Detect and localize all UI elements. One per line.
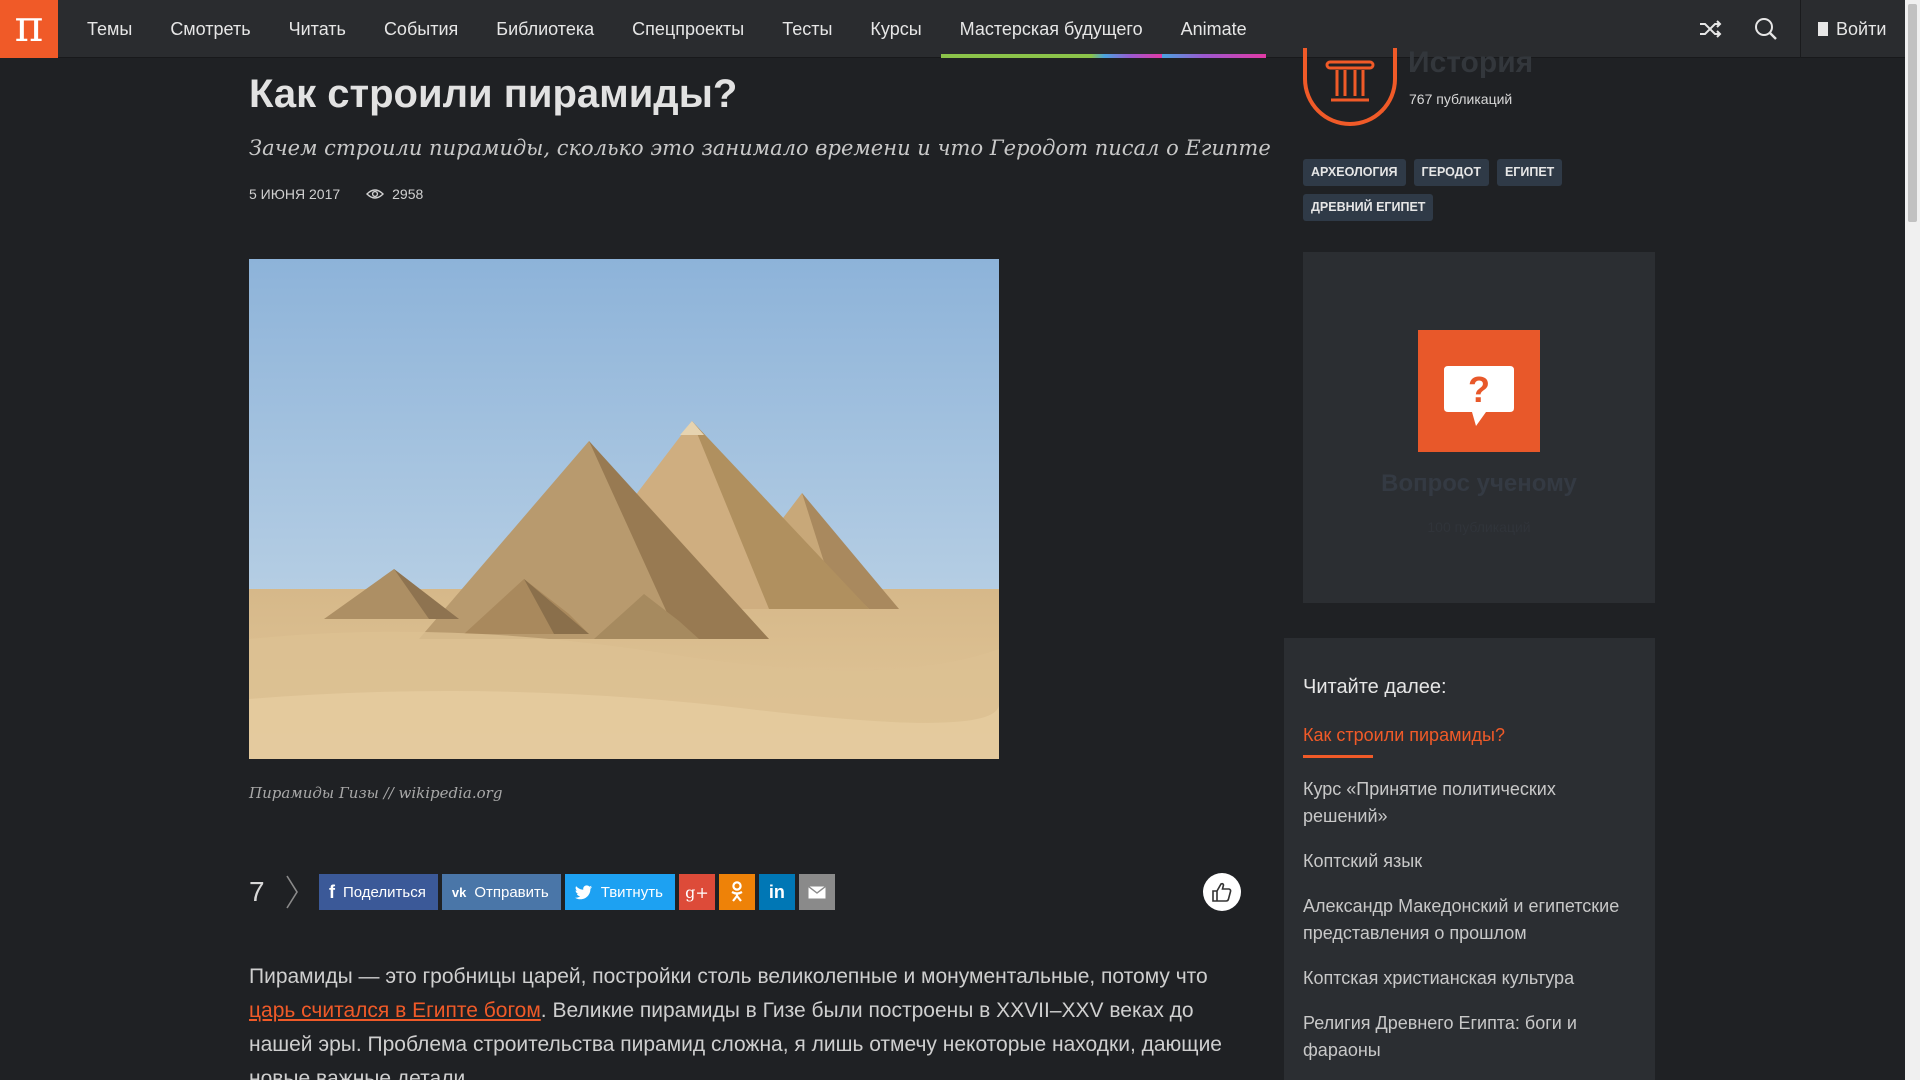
ask-scientist-card[interactable]: ? Вопрос ученому 100 публикаций (1303, 252, 1655, 603)
linkedin-icon: in (768, 881, 785, 902)
eye-icon (366, 189, 385, 199)
nav-item-library[interactable]: Библиотека (477, 0, 613, 58)
twitter-share-label: Твитнуть (600, 883, 663, 901)
google-plus-icon: g+ (685, 882, 709, 902)
login-button[interactable]: Войти (1818, 0, 1886, 58)
chevron-right-icon (286, 875, 298, 909)
odnoklassniki-icon (731, 881, 743, 902)
share-bar: 7 f Поделиться vk Отправить Твитнуть g+ … (249, 874, 839, 910)
nav-item-specprojects[interactable]: Спецпроекты (613, 0, 763, 58)
linkedin-share-button[interactable]: in (758, 874, 795, 910)
column-icon (1325, 60, 1375, 102)
read-next-item[interactable]: Коптская христианская культура (1303, 965, 1623, 992)
read-next-item-current[interactable]: Как строили пирамиды? (1303, 722, 1623, 758)
vk-icon: vk (451, 884, 467, 900)
read-next-item[interactable]: Курс «Принятие политических решений» (1303, 776, 1623, 830)
vk-share-button[interactable]: vk Отправить (441, 874, 561, 910)
facebook-share-label: Поделиться (343, 883, 426, 901)
read-next-panel: Читайте далее: Как строили пирамиды? Кур… (1284, 638, 1655, 1080)
nav-item-events[interactable]: События (365, 0, 477, 58)
scrollbar-thumb[interactable] (1908, 4, 1917, 222)
share-count: 7 (249, 876, 265, 907)
tag-egypt[interactable]: ЕГИПЕТ (1496, 159, 1563, 186)
tag-ancient-egypt[interactable]: ДРЕВНИЙ ЕГИПЕТ (1303, 194, 1434, 221)
article-meta: 5 ИЮНЯ 2017 2958 (249, 186, 423, 202)
odnoklassniki-share-button[interactable] (718, 874, 755, 910)
thumbs-up-icon (1212, 882, 1232, 902)
nav-item-read[interactable]: Читать (270, 0, 365, 58)
article-hero-image (249, 259, 999, 759)
shuffle-icon[interactable] (1696, 14, 1726, 44)
email-share-button[interactable] (798, 874, 835, 910)
ask-scientist-count: 100 публикаций (1427, 519, 1531, 535)
article-subtitle: Зачем строили пирамиды, сколько это зани… (249, 136, 1271, 160)
divider (1800, 0, 1801, 58)
views-counter: 2958 (366, 186, 423, 202)
pyramids-image (249, 259, 999, 759)
ask-scientist-title: Вопрос ученому (1381, 470, 1577, 497)
facebook-icon: f (329, 881, 335, 902)
facebook-share-button[interactable]: f Поделиться (319, 874, 438, 910)
book-icon (1818, 22, 1828, 36)
nav-item-animate[interactable]: Animate (1161, 0, 1266, 58)
active-underline (1303, 755, 1373, 758)
read-next-heading: Читайте далее: (1303, 676, 1447, 698)
main-nav: Темы Смотреть Читать События Библиотека … (68, 0, 1266, 58)
rubric-badge[interactable] (1303, 48, 1397, 126)
envelope-icon (807, 885, 826, 898)
twitter-share-button[interactable]: Твитнуть (564, 874, 675, 910)
inline-link[interactable]: царь считался в Египте богом (249, 999, 541, 1022)
question-bubble-icon: ? (1418, 330, 1540, 452)
article-body: Пирамиды — это гробницы царей, постройки… (249, 960, 1249, 1080)
search-icon[interactable] (1751, 14, 1781, 44)
nav-item-courses[interactable]: Курсы (851, 0, 940, 58)
rubric-name[interactable]: История (1408, 46, 1533, 80)
nav-item-future-workshop[interactable]: Мастерская будущего (940, 0, 1162, 58)
body-text-part: Пирамиды — это гробницы царей, постройки… (249, 965, 1208, 988)
twitter-icon (574, 884, 592, 899)
views-count: 2958 (392, 186, 424, 202)
read-next-list: Как строили пирамиды? Курс «Принятие пол… (1303, 722, 1623, 1080)
like-button[interactable] (1203, 873, 1241, 911)
vk-share-label: Отправить (474, 883, 549, 901)
article-date: 5 ИЮНЯ 2017 (249, 186, 341, 202)
page-scrollbar[interactable] (1905, 0, 1920, 1080)
login-label: Войти (1836, 19, 1887, 39)
read-next-item[interactable]: Религия Древнего Египта: боги и фараоны (1303, 1010, 1623, 1064)
article-title: Как строили пирамиды? (249, 72, 738, 116)
svg-text:?: ? (1468, 369, 1490, 410)
nav-item-watch[interactable]: Смотреть (151, 0, 269, 58)
nav-item-tests[interactable]: Тесты (763, 0, 851, 58)
read-next-item[interactable]: Александр Македонский и египетские предс… (1303, 893, 1623, 947)
image-caption: Пирамиды Гизы // wikipedia.org (249, 784, 503, 802)
tag-herodotus[interactable]: ГЕРОДОТ (1413, 159, 1489, 186)
top-navigation-bar: π Темы Смотреть Читать События Библиотек… (0, 0, 1905, 58)
rubric-count: 767 публикаций (1409, 91, 1513, 107)
gplus-share-button[interactable]: g+ (678, 874, 715, 910)
tag-archaeology[interactable]: АРХЕОЛОГИЯ (1303, 159, 1406, 186)
nav-item-themes[interactable]: Темы (68, 0, 151, 58)
tag-list: АРХЕОЛОГИЯ ГЕРОДОТ ЕГИПЕТ ДРЕВНИЙ ЕГИПЕТ (1303, 159, 1603, 221)
read-next-item[interactable]: Коптский язык (1303, 848, 1623, 875)
site-logo[interactable]: π (0, 0, 58, 58)
read-next-item-label: Как строили пирамиды? (1303, 725, 1505, 745)
